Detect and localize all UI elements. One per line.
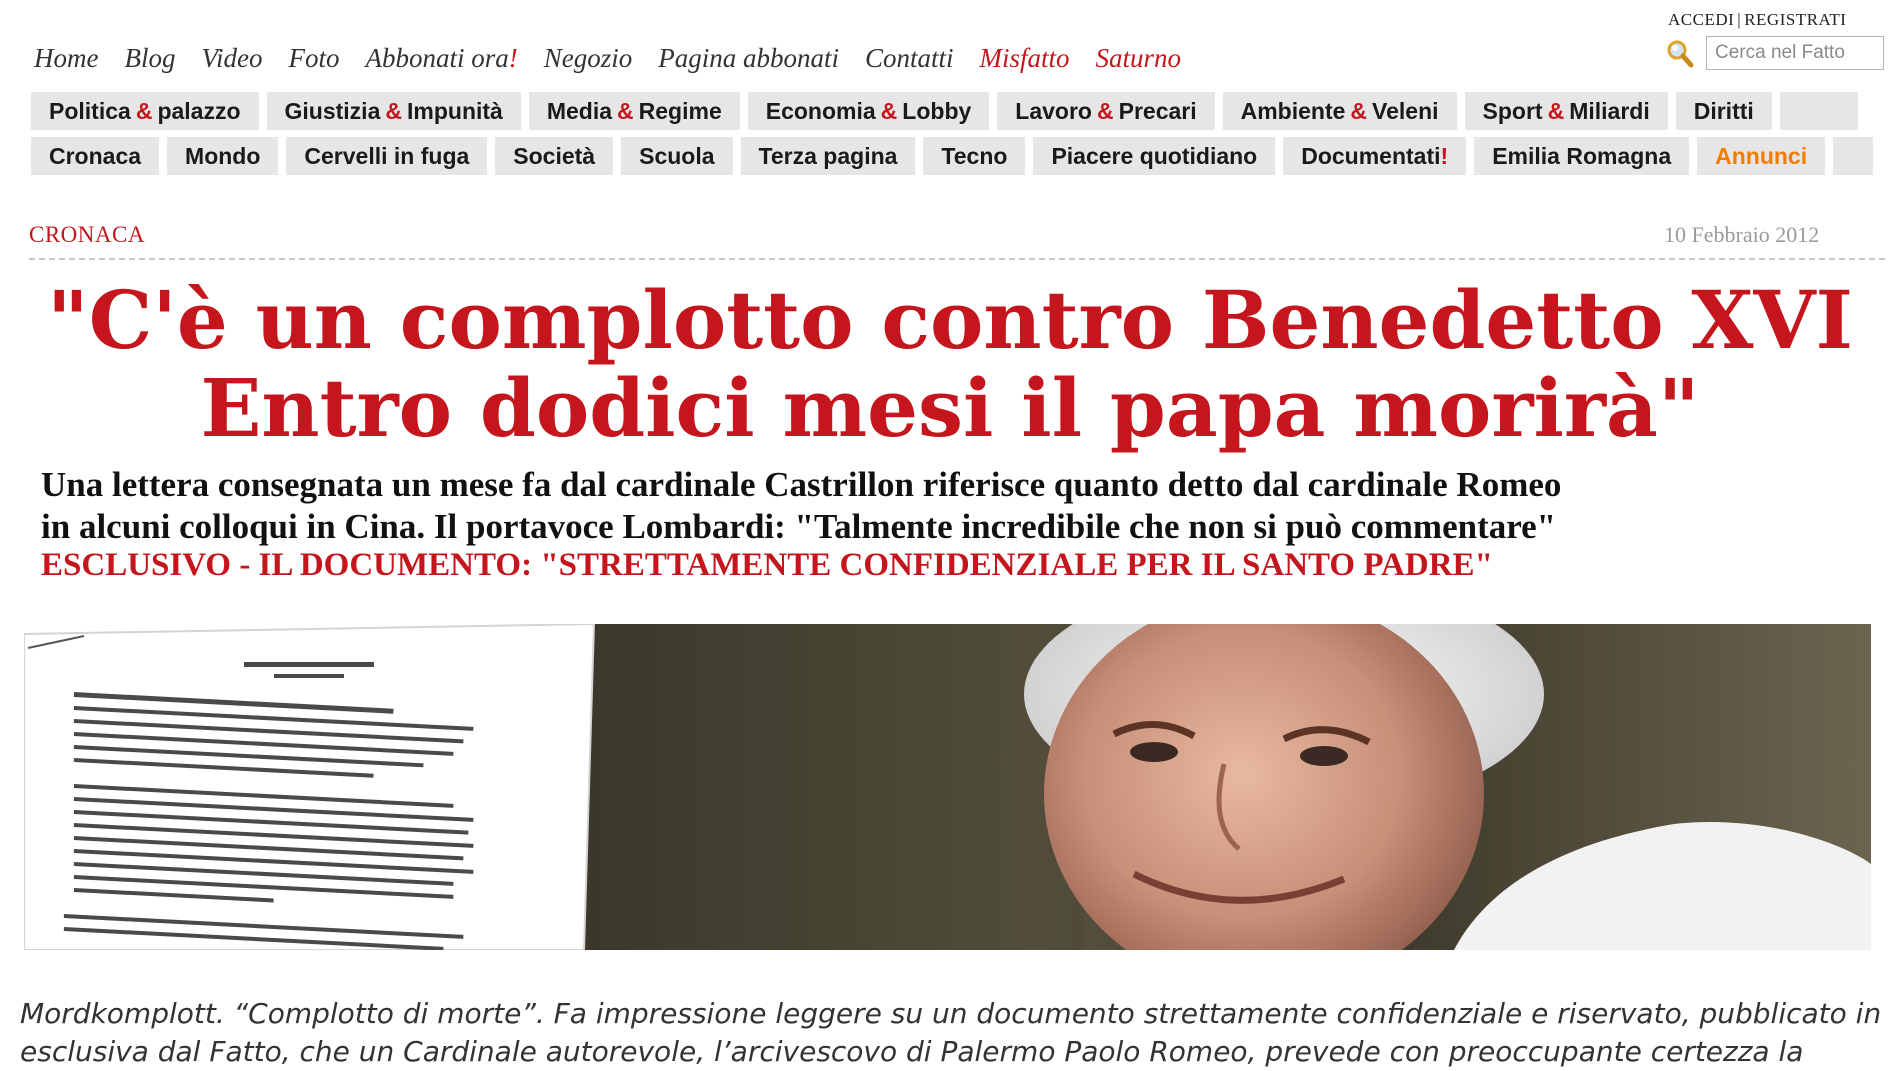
tab-economia-lobby[interactable]: Economia & Lobby <box>747 92 990 130</box>
ampersand: & <box>617 97 634 124</box>
nav-abbonati-exclamation: ! <box>508 42 518 73</box>
tab-label: Sport <box>1482 97 1543 124</box>
account-separator: | <box>1737 10 1742 29</box>
tab-societa[interactable]: Società <box>495 137 614 175</box>
nav-foto[interactable]: Foto <box>288 43 339 74</box>
article-date: 10 Febbraio 2012 <box>1664 222 1820 247</box>
subhead-line-1: Una lettera consegnata un mese fa dal ca… <box>41 465 1562 504</box>
tab-label: palazzo <box>157 97 241 124</box>
section-tabs-row-1: Politica & palazzo Giustizia & Impunità Medi… <box>31 92 1858 130</box>
lead-line-2: esclusiva dal Fatto, che un Cardinale au… <box>20 1035 1804 1068</box>
tab-cervelli-in-fuga[interactable]: Cervelli in fuga <box>286 137 488 175</box>
tab-terza-pagina[interactable]: Terza pagina <box>740 137 916 175</box>
article-category[interactable]: CRONACA <box>29 222 145 248</box>
tab-empty <box>1779 92 1858 130</box>
tab-documentati[interactable]: Documentati! <box>1283 137 1467 175</box>
account-links: ACCEDI | REGISTRATI <box>1668 10 1846 30</box>
nav-abbonati-ora[interactable]: Abbonati ora! <box>365 43 517 74</box>
register-link[interactable]: REGISTRATI <box>1744 10 1846 29</box>
ampersand: & <box>1547 97 1565 124</box>
top-nav: Home Blog Video Foto Abbonati ora! Negoz… <box>34 38 1207 78</box>
tab-label: Ambiente <box>1240 97 1346 124</box>
search-input[interactable] <box>1706 36 1884 70</box>
ampersand: & <box>1350 97 1368 124</box>
tab-label: Documentati <box>1301 142 1441 169</box>
tab-label: Lobby <box>902 97 972 124</box>
tab-lavoro-precari[interactable]: Lavoro & Precari <box>997 92 1215 130</box>
exclusive-document-link[interactable]: ESCLUSIVO - IL DOCUMENTO: "STRETTAMENTE … <box>41 547 1493 584</box>
tab-sport-miliardi[interactable]: Sport & Miliardi <box>1464 92 1668 130</box>
tab-ambiente-veleni[interactable]: Ambiente & Veleni <box>1222 92 1457 130</box>
tab-label: Miliardi <box>1569 97 1650 124</box>
tab-label: Precari <box>1118 97 1197 124</box>
tab-label: Regime <box>638 97 722 124</box>
ampersand: & <box>385 97 402 124</box>
article-lead-paragraph: Mordkomplott. “Complotto di morte”. Fa i… <box>20 995 1890 1071</box>
headline-line-1: "C'è un complotto contro Benedetto XVI <box>47 273 1853 367</box>
tab-label: Diritti <box>1693 97 1754 124</box>
nav-pagina-abbonati[interactable]: Pagina abbonati <box>658 43 839 74</box>
tab-politica-palazzo[interactable]: Politica & palazzo <box>31 92 259 130</box>
subhead-line-2: in alcuni colloqui in Cina. Il portavoce… <box>41 507 1557 546</box>
tab-scuola[interactable]: Scuola <box>621 137 733 175</box>
nav-video[interactable]: Video <box>201 43 262 74</box>
nav-home[interactable]: Home <box>34 43 98 74</box>
article-subheading: Una lettera consegnata un mese fa dal ca… <box>41 464 1891 548</box>
tab-label: Lavoro <box>1015 97 1092 124</box>
tab-media-regime[interactable]: Media & Regime <box>528 92 740 130</box>
section-tabs-row-2: Cronaca Mondo Cervelli in fuga Società S… <box>31 137 1874 175</box>
nav-abbonati-label: Abbonati ora <box>365 42 509 73</box>
ampersand: & <box>880 97 898 124</box>
ampersand: & <box>135 97 153 124</box>
tab-exclamation: ! <box>1440 142 1449 169</box>
tab-label: Impunità <box>407 97 503 124</box>
tab-tecno[interactable]: Tecno <box>923 137 1026 175</box>
nav-blog[interactable]: Blog <box>124 43 175 74</box>
article-headline: "C'è un complotto contro Benedetto XVI E… <box>20 276 1880 452</box>
tab-cronaca[interactable]: Cronaca <box>31 137 160 175</box>
tab-empty <box>1833 137 1874 175</box>
tab-label: Politica <box>49 97 131 124</box>
tab-label: Media <box>546 97 613 124</box>
tab-label: Veleni <box>1372 97 1439 124</box>
tab-label: Giustizia <box>284 97 381 124</box>
divider <box>29 258 1885 260</box>
ampersand: & <box>1096 97 1114 124</box>
tab-diritti[interactable]: Diritti <box>1675 92 1772 130</box>
tab-mondo[interactable]: Mondo <box>167 137 279 175</box>
nav-negozio[interactable]: Negozio <box>544 43 633 74</box>
login-link[interactable]: ACCEDI <box>1668 10 1734 29</box>
headline-line-2: Entro dodici mesi il papa morirà" <box>200 361 1700 455</box>
nav-contatti[interactable]: Contatti <box>865 43 954 74</box>
tab-annunci[interactable]: Annunci <box>1697 137 1826 175</box>
tab-emilia-romagna[interactable]: Emilia Romagna <box>1474 137 1690 175</box>
magnifier-icon[interactable] <box>1663 38 1695 70</box>
tab-giustizia-impunita[interactable]: Giustizia & Impunità <box>266 92 521 130</box>
tab-label: Economia <box>765 97 876 124</box>
nav-saturno[interactable]: Saturno <box>1096 43 1182 74</box>
nav-misfatto[interactable]: Misfatto <box>980 43 1070 74</box>
article-hero-image <box>24 624 1871 950</box>
lead-line-1: Mordkomplott. “Complotto di morte”. Fa i… <box>20 997 1882 1030</box>
tab-piacere-quotidiano[interactable]: Piacere quotidiano <box>1033 137 1276 175</box>
